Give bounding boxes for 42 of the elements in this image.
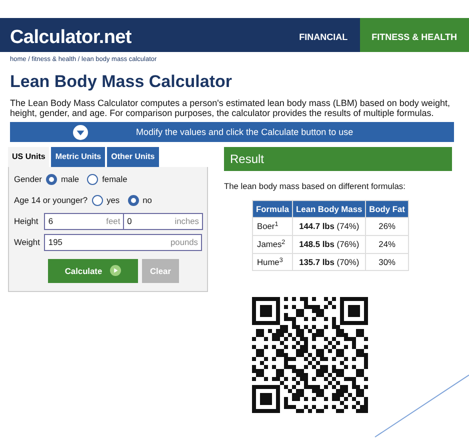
page-title: Lean Body Mass Calculator [10, 70, 234, 93]
nav-tab[interactable]: FINANCIAL [287, 18, 360, 52]
field-label: Weight [14, 236, 41, 250]
table-cell: 135.7 lbs (70%) [292, 253, 366, 271]
height-field[interactable]: 6 feet [44, 213, 124, 230]
result-caption: The lean body mass based on different formulas: [224, 180, 406, 193]
result-header: Result [224, 147, 452, 172]
unit-tab[interactable]: US Units [8, 147, 50, 168]
column-header: Body Fat [366, 200, 408, 218]
banner-bar[interactable]: Modify the values and click the Calculate button to use [10, 122, 454, 142]
table-cell: 30% [366, 253, 408, 271]
radio-button[interactable] [46, 174, 57, 186]
table-cell: Hume$^{3}$ [252, 253, 293, 271]
radio-button[interactable] [87, 174, 98, 186]
column-header: Lean Body Mass [292, 200, 366, 218]
field-label: Gender [14, 173, 42, 186]
unit-tab[interactable]: Metric Units [51, 147, 106, 168]
banner-text: Modify the values and click the Calculate button to use [136, 126, 354, 139]
radio-label: female [102, 173, 128, 186]
unit-tab[interactable]: Other Units [107, 147, 159, 168]
column-header: Formula [252, 200, 293, 218]
calculate-button[interactable]: Calculate [48, 259, 138, 284]
nav-tab[interactable]: FITNESS & HEALTH [360, 18, 469, 52]
table-cell: Boer$^{1}$ [252, 218, 293, 236]
table-cell: 148.5 lbs (76%) [292, 236, 366, 254]
radio-button[interactable] [92, 195, 103, 206]
weight-field[interactable]: 195 pounds [44, 234, 202, 252]
table-cell: 26% [366, 218, 408, 236]
table-cell: 24% [366, 236, 408, 254]
field-label: Age 14 or younger? [14, 194, 88, 208]
chevron-down-icon [73, 124, 88, 140]
height-field[interactable]: 0 inches [123, 213, 203, 230]
play-icon [110, 264, 122, 276]
radio-button[interactable] [128, 195, 139, 206]
radio-label: no [142, 194, 152, 208]
table-cell: 144.7 lbs (74%) [292, 218, 366, 236]
site-logo[interactable]: Calculator.net [0, 18, 132, 52]
radio-label: yes [106, 194, 120, 208]
description-text: The Lean Body Mass Calculator computes a person's estimated lean body mass (LBM) based on body weight, height, gender, and age. For comparison purposes, the calculator provides the results of multiple formulas. [10, 98, 451, 118]
table-cell: James$^{2}$ [252, 236, 293, 254]
radio-label: male [60, 173, 80, 186]
field-label: Height [14, 215, 40, 228]
